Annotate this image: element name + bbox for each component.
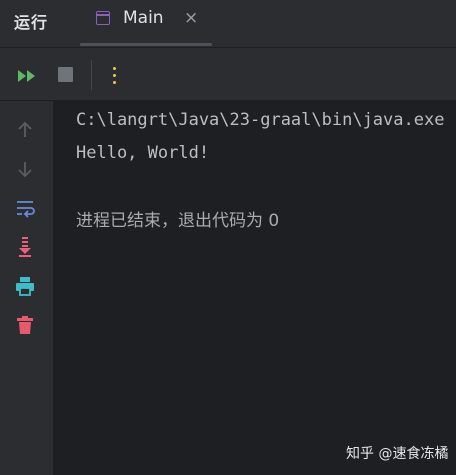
soft-wrap-icon[interactable] [14, 197, 36, 219]
application-window-icon [96, 11, 110, 25]
run-panel-title: 运行 [14, 13, 49, 32]
exit-status: 进程已结束，退出代码为 0 [76, 211, 280, 231]
stop-icon[interactable] [58, 67, 73, 82]
rerun-icon[interactable] [17, 68, 37, 87]
run-toolbar [0, 48, 456, 101]
arrow-up-icon[interactable] [14, 119, 36, 141]
trash-icon[interactable] [14, 314, 36, 336]
command-line: C:\langrt\Java\23-graal\bin\java.exe [76, 110, 445, 130]
toolbar-divider [91, 60, 92, 90]
active-tab-indicator [80, 43, 212, 46]
arrow-down-icon[interactable] [14, 158, 36, 180]
console-gutter [0, 101, 53, 475]
print-icon[interactable] [14, 275, 36, 297]
tab-main[interactable]: Main × [80, 0, 212, 48]
scroll-to-end-icon[interactable] [14, 236, 36, 258]
watermark: 知乎 @速食冻橘 [346, 446, 449, 462]
tool-window-header: 运行 Main × [0, 0, 456, 48]
program-output: Hello, World! [76, 143, 210, 163]
close-icon[interactable]: × [184, 8, 198, 28]
tab-label: Main [123, 8, 164, 28]
console-output[interactable]: C:\langrt\Java\23-graal\bin\java.exe Hel… [54, 101, 456, 475]
more-vertical-icon[interactable] [113, 67, 117, 84]
